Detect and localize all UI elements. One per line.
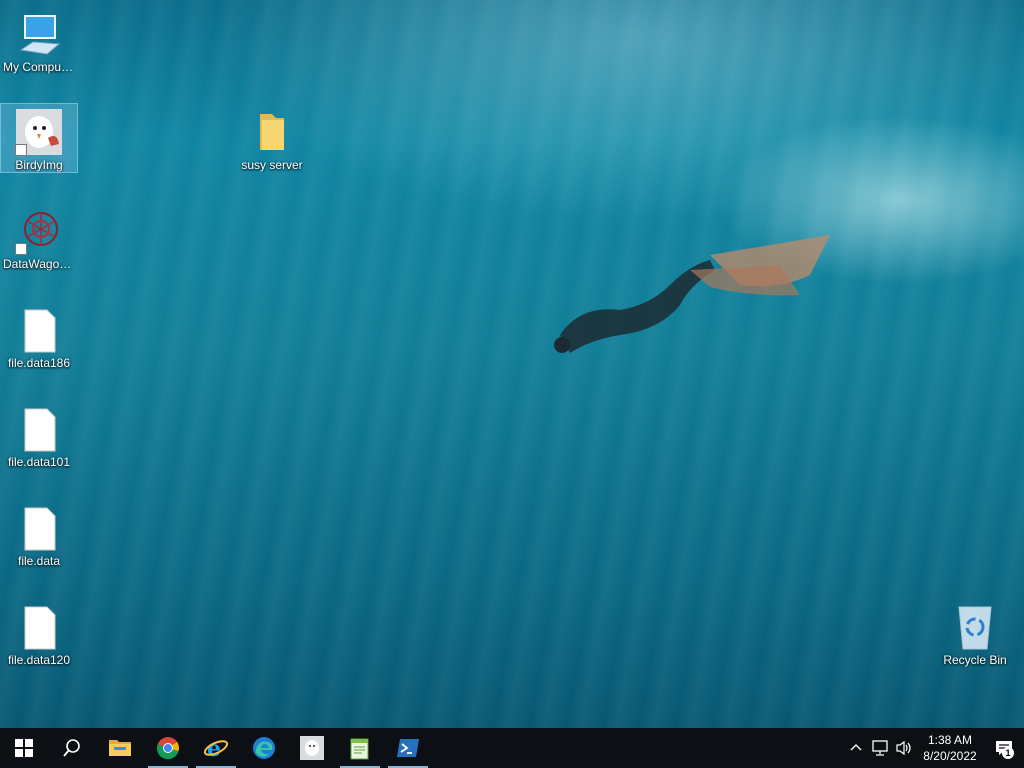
clock-date: 8/20/2022	[923, 749, 977, 763]
taskbar-edge[interactable]	[240, 728, 288, 768]
taskbar-chrome[interactable]	[144, 728, 192, 768]
file-icon	[15, 405, 63, 453]
diver-image	[554, 235, 830, 353]
desktop-icon-label: susy server	[241, 158, 303, 172]
notification-count-badge: 1	[1002, 747, 1014, 759]
desktop-icon-datawagon[interactable]: DataWagon...	[1, 203, 77, 271]
bird-image-icon	[15, 108, 63, 156]
bird-image-icon	[300, 736, 324, 760]
svg-text:e: e	[207, 736, 221, 760]
clock-time: 1:38 AM	[927, 733, 973, 747]
desktop-icon-label: BirdyImg	[15, 158, 63, 172]
desktop-icon-susy-server[interactable]: susy server	[234, 104, 310, 172]
desktop-icon-file-data[interactable]: file.data	[1, 500, 77, 568]
file-icon	[15, 504, 63, 552]
notepad-icon	[350, 738, 369, 760]
desktop-icon-my-computer[interactable]: My Computer	[1, 6, 77, 74]
desktop-icon-label: file.data120	[7, 653, 71, 667]
desktop[interactable]: My Computer BirdyImg DataWagon... file.d…	[0, 0, 1024, 728]
desktop-icon-file-data186[interactable]: file.data186	[1, 302, 77, 370]
search-button[interactable]	[48, 728, 96, 768]
volume-button[interactable]	[892, 728, 916, 768]
desktop-icon-file-data101[interactable]: file.data101	[1, 401, 77, 469]
speaker-icon	[896, 740, 911, 756]
folder-icon	[248, 108, 296, 156]
folder-icon	[109, 740, 131, 756]
system-tray: 1:38 AM 8/20/2022 1	[844, 728, 1024, 768]
show-hidden-icons-button[interactable]	[844, 728, 868, 768]
taskbar-notepad[interactable]	[336, 728, 384, 768]
shortcut-arrow-icon	[15, 243, 27, 255]
action-center-button[interactable]: 1	[984, 728, 1024, 768]
file-icon	[15, 306, 63, 354]
desktop-icon-birdyimg[interactable]: BirdyImg	[0, 103, 78, 173]
datawagon-icon	[15, 207, 63, 255]
desktop-icon-file-data120[interactable]: file.data120	[1, 599, 77, 667]
light-rays	[0, 0, 1024, 728]
taskbar-powershell[interactable]	[384, 728, 432, 768]
desktop-icon-label: Recycle Bin	[943, 653, 1007, 667]
windows-logo-icon	[15, 739, 33, 757]
taskbar-internet-explorer[interactable]: e	[192, 728, 240, 768]
desktop-icon-label: DataWagon...	[3, 257, 76, 271]
start-button[interactable]	[0, 728, 48, 768]
desktop-wallpaper	[0, 0, 1024, 728]
ie-icon: e	[203, 736, 229, 760]
file-icon	[15, 603, 63, 651]
desktop-icon-label: file.data101	[7, 455, 71, 469]
edge-icon	[253, 737, 275, 759]
computer-icon	[15, 10, 63, 58]
desktop-icon-recycle-bin[interactable]: Recycle Bin	[937, 599, 1013, 667]
chrome-icon	[157, 737, 179, 760]
recycle-bin-icon	[951, 603, 999, 651]
chevron-up-icon	[850, 744, 862, 751]
shortcut-arrow-icon	[15, 144, 27, 156]
desktop-icon-label: My Computer	[3, 60, 76, 74]
network-icon	[872, 740, 888, 756]
clock[interactable]: 1:38 AM 8/20/2022	[916, 732, 984, 764]
desktop-icon-label: file.data	[17, 554, 61, 568]
taskbar-file-explorer[interactable]	[96, 728, 144, 768]
search-icon	[63, 739, 80, 757]
taskbar: e 1:38 AM 8/20/2022 1	[0, 728, 1024, 768]
desktop-icon-label: file.data186	[7, 356, 71, 370]
powershell-icon	[397, 739, 419, 757]
taskbar-birdyimg[interactable]	[288, 728, 336, 768]
network-button[interactable]	[868, 728, 892, 768]
